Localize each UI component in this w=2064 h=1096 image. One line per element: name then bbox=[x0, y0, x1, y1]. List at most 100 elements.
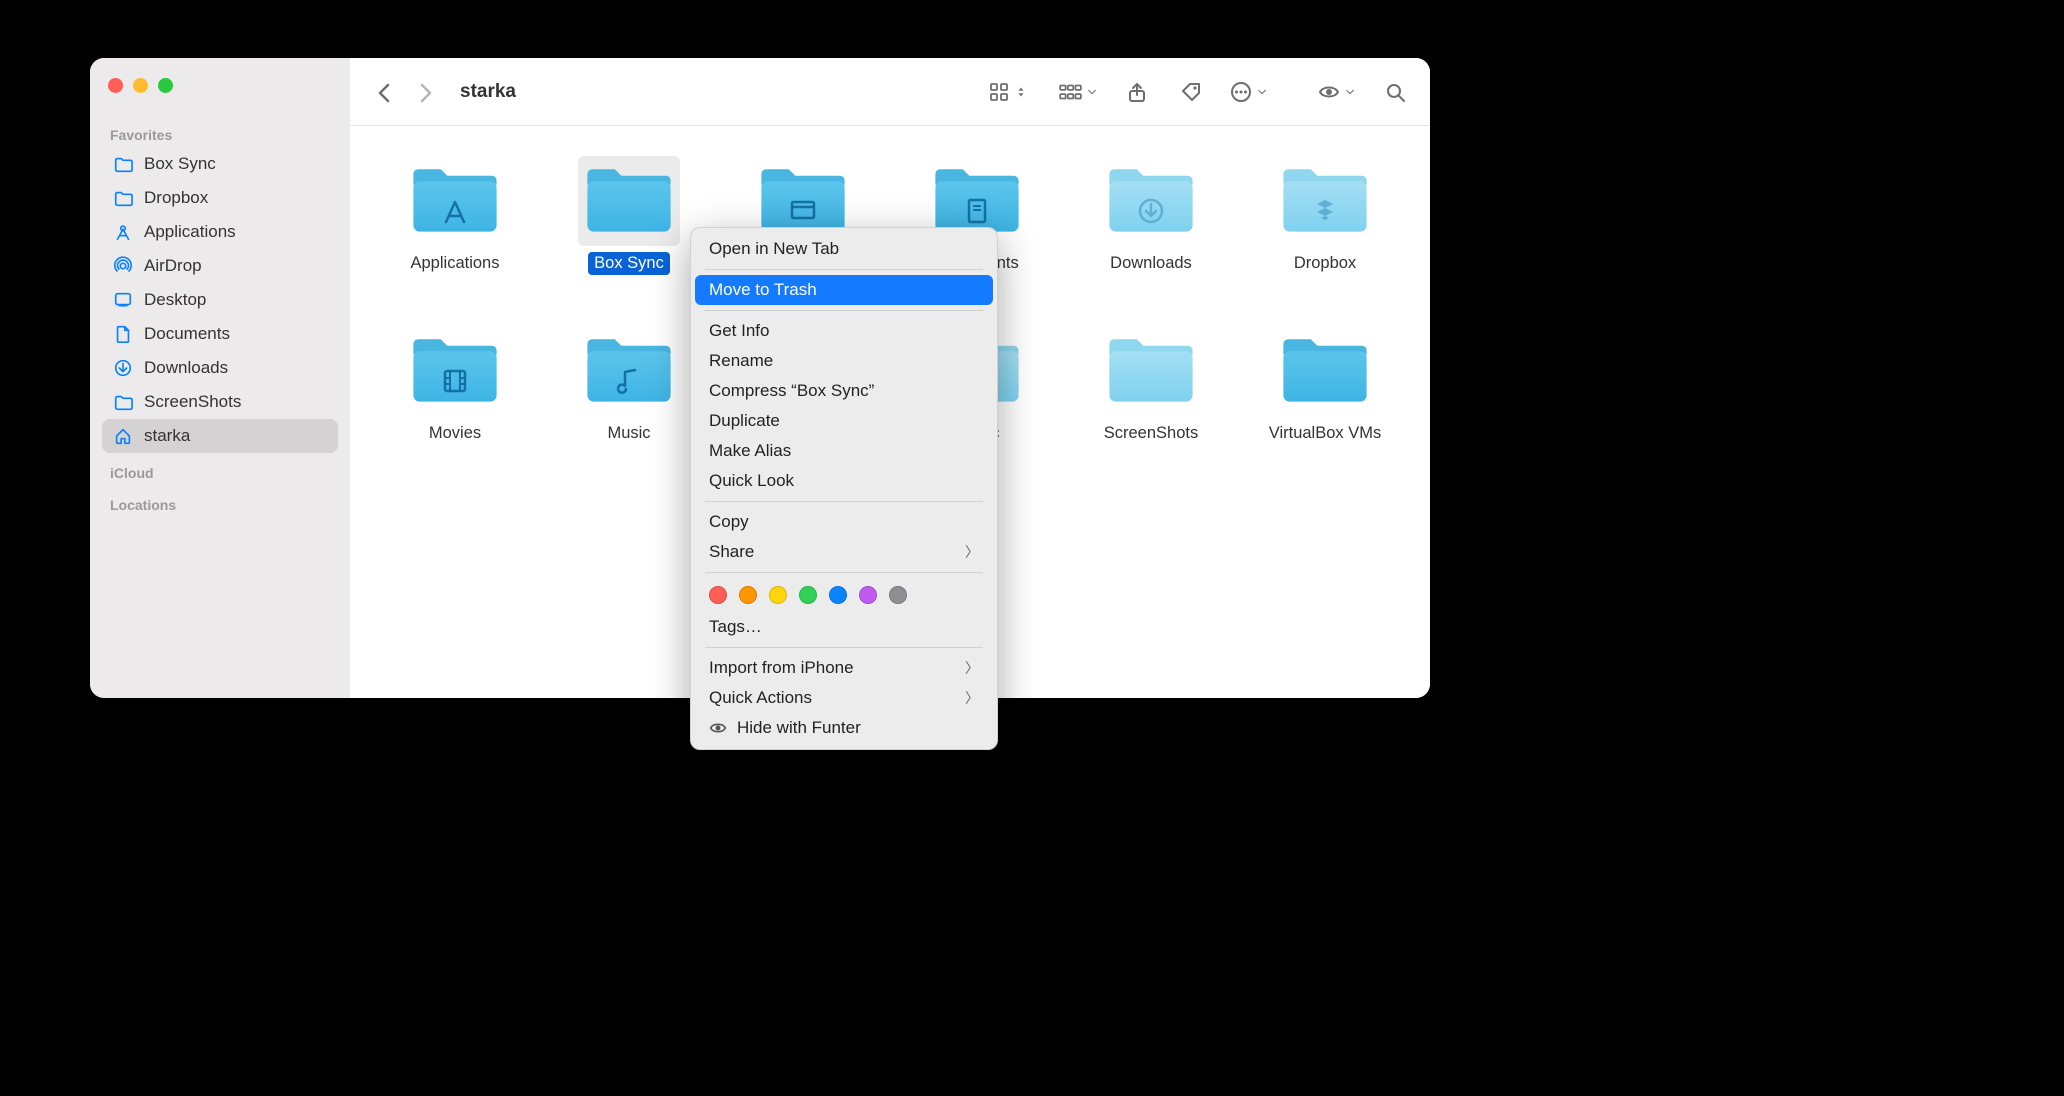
context-item-label: Compress “Box Sync” bbox=[709, 381, 874, 401]
tag-color-dot[interactable] bbox=[829, 586, 847, 604]
context-item[interactable]: Make Alias bbox=[691, 436, 997, 466]
sidebar-item-label: Downloads bbox=[144, 358, 228, 378]
eye-icon bbox=[709, 718, 729, 738]
folder-item[interactable]: Movies bbox=[368, 320, 542, 490]
document-icon bbox=[962, 196, 992, 231]
sidebar-item-label: Dropbox bbox=[144, 188, 208, 208]
sidebar-section-label: Favorites bbox=[102, 123, 338, 147]
sidebar-item-label: AirDrop bbox=[144, 256, 202, 276]
context-item[interactable]: Duplicate bbox=[691, 406, 997, 436]
sidebar: FavoritesBox Sync Dropbox Applications AirD… bbox=[90, 58, 350, 698]
folder-icon bbox=[578, 156, 680, 246]
context-item-label: Import from iPhone bbox=[709, 658, 854, 678]
close-window-button[interactable] bbox=[108, 78, 123, 93]
context-item[interactable]: Quick Look bbox=[691, 466, 997, 496]
folder-label: Music bbox=[601, 422, 656, 445]
folder-label: Movies bbox=[423, 422, 487, 445]
chevron-right-icon: 〉 bbox=[965, 688, 979, 708]
folder-icon bbox=[578, 326, 680, 416]
context-separator bbox=[705, 310, 983, 311]
context-item-label: Move to Trash bbox=[709, 280, 817, 300]
context-item-label: Share bbox=[709, 542, 754, 562]
window-title: starka bbox=[460, 81, 516, 103]
sidebar-item-dropbox[interactable]: Dropbox bbox=[102, 181, 338, 215]
folder-item[interactable]: VirtualBox VMs bbox=[1238, 320, 1412, 490]
context-item[interactable]: Get Info bbox=[691, 316, 997, 346]
folder-icon bbox=[112, 153, 134, 175]
sidebar-item-downloads[interactable]: Downloads bbox=[102, 351, 338, 385]
folder-icon bbox=[112, 187, 134, 209]
more-actions-button[interactable] bbox=[1230, 81, 1268, 103]
chevron-right-icon: 〉 bbox=[965, 542, 979, 562]
context-item[interactable]: Import from iPhone 〉 bbox=[691, 653, 997, 683]
sidebar-item-label: Applications bbox=[144, 222, 236, 242]
context-tag-colors bbox=[691, 578, 997, 612]
folder-item[interactable]: Downloads bbox=[1064, 150, 1238, 320]
share-button[interactable] bbox=[1122, 77, 1152, 107]
sidebar-item-applications[interactable]: Applications bbox=[102, 215, 338, 249]
folder-icon bbox=[1100, 326, 1202, 416]
sidebar-item-box-sync[interactable]: Box Sync bbox=[102, 147, 338, 181]
group-by-button[interactable] bbox=[1058, 80, 1098, 104]
context-item[interactable]: Share 〉 bbox=[691, 537, 997, 567]
sidebar-item-label: starka bbox=[144, 426, 190, 446]
sidebar-item-label: Desktop bbox=[144, 290, 206, 310]
sidebar-item-screenshots[interactable]: ScreenShots bbox=[102, 385, 338, 419]
folder-item[interactable]: Dropbox bbox=[1238, 150, 1412, 320]
context-item-label: Quick Look bbox=[709, 471, 794, 491]
tag-color-dot[interactable] bbox=[799, 586, 817, 604]
context-item[interactable]: Open in New Tab bbox=[691, 234, 997, 264]
view-mode-button[interactable] bbox=[988, 81, 1028, 103]
tags-button[interactable] bbox=[1176, 77, 1206, 107]
document-icon bbox=[112, 323, 134, 345]
folder-item[interactable]: Applications bbox=[368, 150, 542, 320]
context-separator bbox=[705, 647, 983, 648]
sidebar-item-airdrop[interactable]: AirDrop bbox=[102, 249, 338, 283]
chevron-right-icon: 〉 bbox=[965, 658, 979, 678]
folder-icon bbox=[404, 156, 506, 246]
context-separator bbox=[705, 269, 983, 270]
minimize-window-button[interactable] bbox=[133, 78, 148, 93]
context-item[interactable]: Rename bbox=[691, 346, 997, 376]
context-item-label: Quick Actions bbox=[709, 688, 812, 708]
folder-icon bbox=[1100, 156, 1202, 246]
context-item[interactable]: Tags… bbox=[691, 612, 997, 642]
context-item[interactable]: Copy bbox=[691, 507, 997, 537]
traffic-lights bbox=[108, 78, 338, 93]
home-icon bbox=[112, 425, 134, 447]
folder-label: ScreenShots bbox=[1098, 422, 1204, 445]
tag-color-dot[interactable] bbox=[889, 586, 907, 604]
context-item-label: Open in New Tab bbox=[709, 239, 839, 259]
context-item[interactable]: Quick Actions 〉 bbox=[691, 683, 997, 713]
context-item[interactable]: Compress “Box Sync” bbox=[691, 376, 997, 406]
context-item-label: Tags… bbox=[709, 617, 762, 637]
tag-color-dot[interactable] bbox=[709, 586, 727, 604]
context-item-label: Get Info bbox=[709, 321, 769, 341]
forward-button[interactable] bbox=[410, 77, 440, 107]
desktop-icon bbox=[788, 196, 818, 231]
sidebar-item-documents[interactable]: Documents bbox=[102, 317, 338, 351]
funter-toolbar-button[interactable] bbox=[1318, 81, 1356, 103]
context-item-label: Make Alias bbox=[709, 441, 791, 461]
toolbar: starka bbox=[350, 58, 1430, 126]
app-a-icon bbox=[440, 196, 470, 231]
tag-color-dot[interactable] bbox=[739, 586, 757, 604]
download-circle-icon bbox=[1136, 196, 1166, 231]
context-item-label: Rename bbox=[709, 351, 773, 371]
folder-icon bbox=[404, 326, 506, 416]
sidebar-item-desktop[interactable]: Desktop bbox=[102, 283, 338, 317]
tag-color-dot[interactable] bbox=[769, 586, 787, 604]
sidebar-item-starka[interactable]: starka bbox=[102, 419, 338, 453]
tag-color-dot[interactable] bbox=[859, 586, 877, 604]
fullscreen-window-button[interactable] bbox=[158, 78, 173, 93]
folder-item[interactable]: ScreenShots bbox=[1064, 320, 1238, 490]
airdrop-icon bbox=[112, 255, 134, 277]
back-button[interactable] bbox=[370, 77, 400, 107]
context-separator bbox=[705, 501, 983, 502]
folder-label: Dropbox bbox=[1288, 252, 1362, 275]
folder-label: VirtualBox VMs bbox=[1263, 422, 1388, 445]
context-item[interactable]: Move to Trash bbox=[695, 275, 993, 305]
search-button[interactable] bbox=[1380, 77, 1410, 107]
download-circle-icon bbox=[112, 357, 134, 379]
context-item[interactable]: Hide with Funter bbox=[691, 713, 997, 743]
